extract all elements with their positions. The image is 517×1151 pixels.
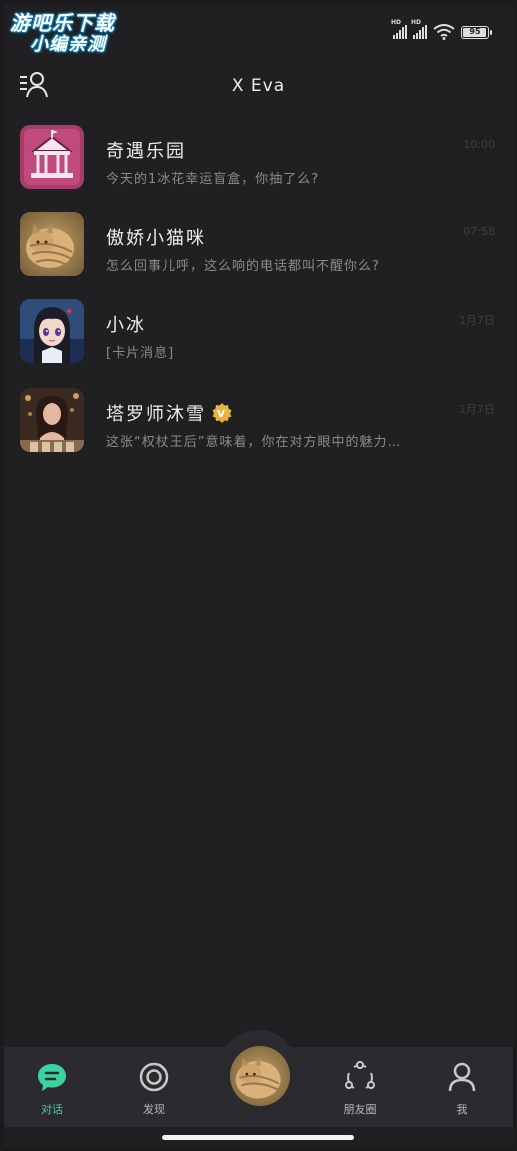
chat-item-qiyu[interactable]: 奇遇乐园 今天的1冰花幸运盲盒，你抽了么? 10:00 bbox=[4, 116, 513, 203]
chat-name: 小冰 bbox=[106, 315, 146, 336]
tab-label: 发现 bbox=[143, 1103, 165, 1116]
tab-profile[interactable]: 我 bbox=[422, 1047, 502, 1127]
app-screen: 游吧乐下载 小编亲测 HD HD 95 X Eva 奇遇乐园 今天的1冰花幸运盲… bbox=[4, 4, 513, 1147]
chat-time: 07:58 bbox=[463, 225, 495, 238]
page-title: X Eva bbox=[231, 76, 286, 96]
signal-icon-2: HD bbox=[411, 19, 427, 39]
tab-label: 对话 bbox=[41, 1103, 63, 1116]
chat-bubble-icon bbox=[38, 1064, 66, 1091]
top-bar: X Eva bbox=[4, 62, 513, 108]
chat-preview: 今天的1冰花幸运盲盒，你抽了么? bbox=[106, 172, 320, 187]
verified-badge-icon: V bbox=[212, 403, 232, 423]
watermark-logo: 游吧乐下载 小编亲测 bbox=[10, 12, 150, 56]
status-bar: 游吧乐下载 小编亲测 HD HD 95 bbox=[4, 4, 513, 60]
chat-item-cat[interactable]: 傲娇小猫咪 怎么回事儿呼，这么响的电话都叫不醒你么? 07:58 bbox=[4, 203, 513, 290]
chat-preview: 这张“权杖王后”意味着，你在对方眼中的魅力… bbox=[106, 435, 402, 450]
tab-chat[interactable]: 对话 bbox=[12, 1047, 92, 1127]
home-indicator bbox=[162, 1135, 354, 1140]
system-icons: HD HD 95 bbox=[391, 19, 492, 42]
chat-preview: [卡片消息] bbox=[106, 346, 175, 361]
anime-girl bbox=[20, 299, 84, 363]
battery-icon: 95 bbox=[461, 25, 492, 39]
chat-list: 奇遇乐园 今天的1冰花幸运盲盒，你抽了么? 10:00 傲娇小猫咪 怎么回事儿呼… bbox=[4, 116, 513, 466]
signal-icon: HD bbox=[391, 19, 407, 39]
cat-avatar bbox=[20, 212, 84, 276]
chat-time: 10:00 bbox=[463, 138, 495, 151]
tarot-woman bbox=[20, 388, 84, 452]
tab-discover[interactable]: 发现 bbox=[114, 1047, 194, 1127]
carousel-avatar bbox=[20, 125, 84, 189]
center-avatar-button[interactable] bbox=[228, 1044, 292, 1108]
chat-item-xiaobing[interactable]: 小冰 [卡片消息] 1月7日 bbox=[4, 290, 513, 379]
chat-name: 奇遇乐园 bbox=[106, 141, 186, 162]
chat-time: 1月7日 bbox=[459, 314, 495, 327]
discover-icon bbox=[139, 1062, 169, 1092]
chat-time: 1月7日 bbox=[459, 403, 495, 416]
chat-item-tarot[interactable]: 塔罗师沐雪 V 这张“权杖王后”意味着，你在对方眼中的魅力… 1月7日 bbox=[4, 379, 513, 466]
moments-icon bbox=[345, 1061, 375, 1089]
tab-label: 朋友圈 bbox=[343, 1103, 377, 1116]
carousel-icon bbox=[20, 125, 84, 189]
signal-hd-label-2: HD bbox=[411, 19, 422, 26]
signal-hd-label: HD bbox=[391, 19, 402, 26]
profile-icon bbox=[448, 1062, 476, 1092]
watermark-line1: 游吧乐下载 bbox=[10, 11, 115, 35]
chat-name: 傲娇小猫咪 bbox=[106, 228, 206, 249]
badge-letter: V bbox=[217, 409, 227, 420]
cat-photo-center bbox=[230, 1046, 290, 1106]
wifi-icon bbox=[433, 24, 455, 40]
tarot-avatar bbox=[20, 388, 84, 452]
tab-moments[interactable]: 朋友圈 bbox=[320, 1047, 400, 1127]
chat-preview: 怎么回事儿呼，这么响的电话都叫不醒你么? bbox=[106, 259, 380, 274]
anime-girl-avatar bbox=[20, 299, 84, 363]
tab-label: 我 bbox=[456, 1103, 468, 1116]
watermark-line2: 小编亲测 bbox=[30, 34, 106, 55]
chat-name-text: 塔罗师沐雪 bbox=[106, 404, 206, 425]
chat-name: 塔罗师沐雪 V bbox=[106, 400, 232, 426]
battery-text: 95 bbox=[469, 26, 481, 36]
cat-photo bbox=[20, 212, 84, 276]
